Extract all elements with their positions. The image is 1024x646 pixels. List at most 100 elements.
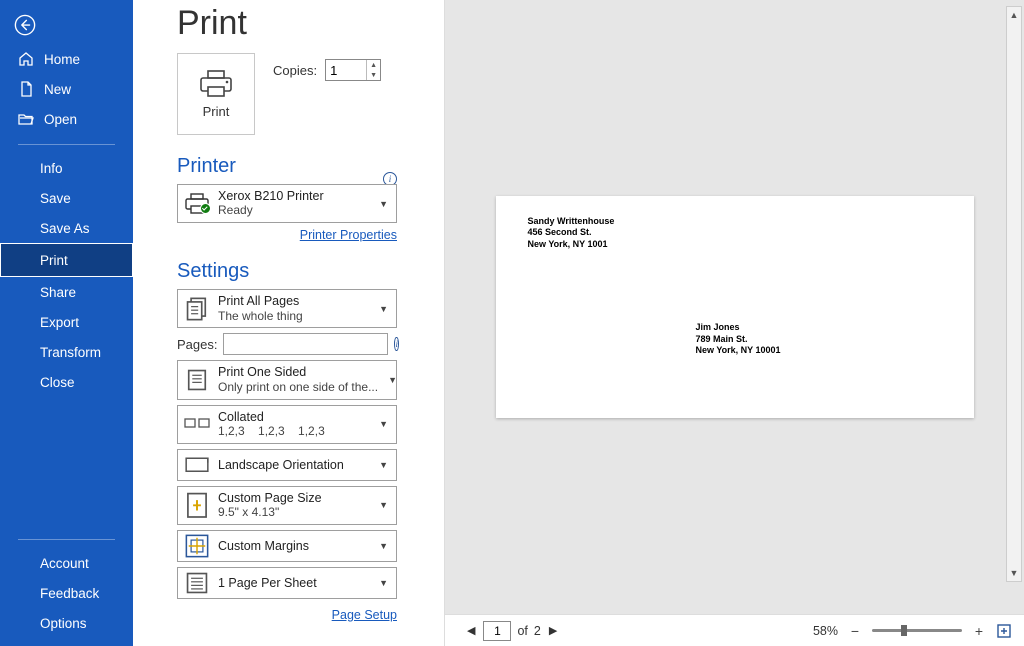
combo-line2: 1,2,3 1,2,3 1,2,3 <box>218 425 369 439</box>
copies-stepper[interactable]: ▲ ▼ <box>325 59 381 81</box>
scroll-down-icon[interactable]: ▼ <box>1010 566 1019 580</box>
copies-label: Copies: <box>273 63 317 78</box>
copies-down-icon[interactable]: ▼ <box>367 70 380 80</box>
sidebar-item-transform[interactable]: Transform <box>0 337 133 367</box>
one-per-sheet-icon <box>184 571 210 595</box>
recipient-address: Jim Jones 789 Main St. New York, NY 1000… <box>696 322 781 357</box>
sender-address: Sandy Writtenhouse 456 Second St. New Yo… <box>528 216 615 250</box>
printer-heading: Printer <box>177 155 236 178</box>
page-size-selector[interactable]: Custom Page Size 9.5" x 4.13" ▼ <box>177 486 397 525</box>
sidebar-item-close[interactable]: Close <box>0 367 133 397</box>
sidebar-item-label: Home <box>44 52 80 67</box>
chevron-down-icon: ▼ <box>386 375 399 385</box>
sidebar-item-new[interactable]: New <box>0 74 133 104</box>
zoom-out-button[interactable]: − <box>846 622 864 640</box>
open-folder-icon <box>18 111 34 127</box>
print-button-label: Print <box>203 104 230 119</box>
sidebar-item-home[interactable]: Home <box>0 44 133 74</box>
sidebar-item-label: Feedback <box>40 586 99 601</box>
print-settings-panel: Print Print Copies: ▲ ▼ <box>133 0 444 646</box>
sidebar-item-label: Save As <box>40 221 90 236</box>
sidebar-item-label: Account <box>40 556 89 571</box>
print-button[interactable]: Print <box>177 53 255 135</box>
sidebar-item-label: Options <box>40 616 87 631</box>
status-ok-icon <box>200 203 211 214</box>
sidebar-item-label: Open <box>44 112 77 127</box>
pages-input[interactable] <box>223 333 388 355</box>
page-of-label: of <box>517 624 527 638</box>
combo-line1: Print One Sided <box>218 365 378 379</box>
landscape-icon <box>184 453 210 477</box>
sidebar-item-feedback[interactable]: Feedback <box>0 578 133 608</box>
sidebar-item-save-as[interactable]: Save As <box>0 213 133 243</box>
printer-icon <box>198 70 234 98</box>
page-title: Print <box>177 4 444 43</box>
printer-name: Xerox B210 Printer <box>218 189 369 203</box>
sidebar-item-label: Transform <box>40 345 101 360</box>
sidebar-item-open[interactable]: Open <box>0 104 133 134</box>
collate-selector[interactable]: Collated 1,2,3 1,2,3 1,2,3 ▼ <box>177 405 397 444</box>
page-size-icon <box>184 493 210 517</box>
sidebar-item-label: Share <box>40 285 76 300</box>
recipient-street: 789 Main St. <box>696 334 781 346</box>
combo-line1: Landscape Orientation <box>218 458 344 472</box>
sidebar-item-label: Save <box>40 191 71 206</box>
printer-selector[interactable]: Xerox B210 Printer Ready ▼ <box>177 184 397 223</box>
sender-street: 456 Second St. <box>528 227 615 238</box>
recipient-name: Jim Jones <box>696 322 781 334</box>
combo-line1: Custom Page Size <box>218 491 369 505</box>
pages-stack-icon <box>184 297 210 321</box>
zoom-slider[interactable] <box>872 629 962 632</box>
pages-info-icon[interactable]: i <box>394 337 399 351</box>
new-doc-icon <box>18 81 34 97</box>
sidebar-item-options[interactable]: Options <box>0 608 133 638</box>
combo-line2: The whole thing <box>218 310 369 324</box>
copies-up-icon[interactable]: ▲ <box>367 60 380 70</box>
preview-scrollbar[interactable]: ▲ ▼ <box>1006 6 1022 582</box>
scroll-up-icon[interactable]: ▲ <box>1010 8 1019 22</box>
sidebar-item-info[interactable]: Info <box>0 153 133 183</box>
page-setup-link[interactable]: Page Setup <box>332 608 397 622</box>
home-icon <box>18 51 34 67</box>
margins-icon <box>184 534 210 558</box>
chevron-down-icon: ▼ <box>377 419 390 429</box>
margins-selector[interactable]: Custom Margins ▼ <box>177 530 397 562</box>
preview-footer: ◀ of 2 ▶ 58% − + <box>445 614 1024 646</box>
page-number-input[interactable] <box>483 621 511 641</box>
settings-heading: Settings <box>177 260 444 283</box>
sidebar-item-label: Print <box>40 253 68 268</box>
chevron-down-icon: ▼ <box>377 541 390 551</box>
prev-page-button[interactable]: ◀ <box>465 624 477 637</box>
back-button[interactable] <box>10 10 40 40</box>
combo-line1: Custom Margins <box>218 539 309 553</box>
chevron-down-icon: ▼ <box>377 199 390 209</box>
sidebar-item-export[interactable]: Export <box>0 307 133 337</box>
combo-line1: Collated <box>218 410 369 424</box>
printer-properties-link[interactable]: Printer Properties <box>300 228 397 242</box>
zoom-in-button[interactable]: + <box>970 622 988 640</box>
sidebar-item-print[interactable]: Print <box>0 243 133 277</box>
sidebar-item-label: Close <box>40 375 75 390</box>
backstage-sidebar: Home New Open Info Save Save As Print Sh… <box>0 0 133 646</box>
sidebar-item-account[interactable]: Account <box>0 548 133 578</box>
sidebar-item-label: Export <box>40 315 79 330</box>
sidebar-item-save[interactable]: Save <box>0 183 133 213</box>
sidebar-item-share[interactable]: Share <box>0 277 133 307</box>
next-page-button[interactable]: ▶ <box>547 624 559 637</box>
pages-per-sheet-selector[interactable]: 1 Page Per Sheet ▼ <box>177 567 397 599</box>
print-what-selector[interactable]: Print All Pages The whole thing ▼ <box>177 289 397 328</box>
combo-line2: 9.5" x 4.13" <box>218 506 369 520</box>
combo-line2: Only print on one side of the... <box>218 381 378 395</box>
chevron-down-icon: ▼ <box>377 460 390 470</box>
orientation-selector[interactable]: Landscape Orientation ▼ <box>177 449 397 481</box>
collated-icon <box>184 412 210 436</box>
back-arrow-icon <box>14 14 36 36</box>
printer-status: Ready <box>218 204 369 218</box>
copies-input[interactable] <box>326 60 366 80</box>
sides-selector[interactable]: Print One Sided Only print on one side o… <box>177 360 397 399</box>
page-total: 2 <box>534 624 541 638</box>
fit-to-page-button[interactable] <box>996 623 1012 639</box>
sidebar-item-label: New <box>44 82 71 97</box>
sidebar-item-label: Info <box>40 161 63 176</box>
printer-device-icon <box>184 192 210 216</box>
